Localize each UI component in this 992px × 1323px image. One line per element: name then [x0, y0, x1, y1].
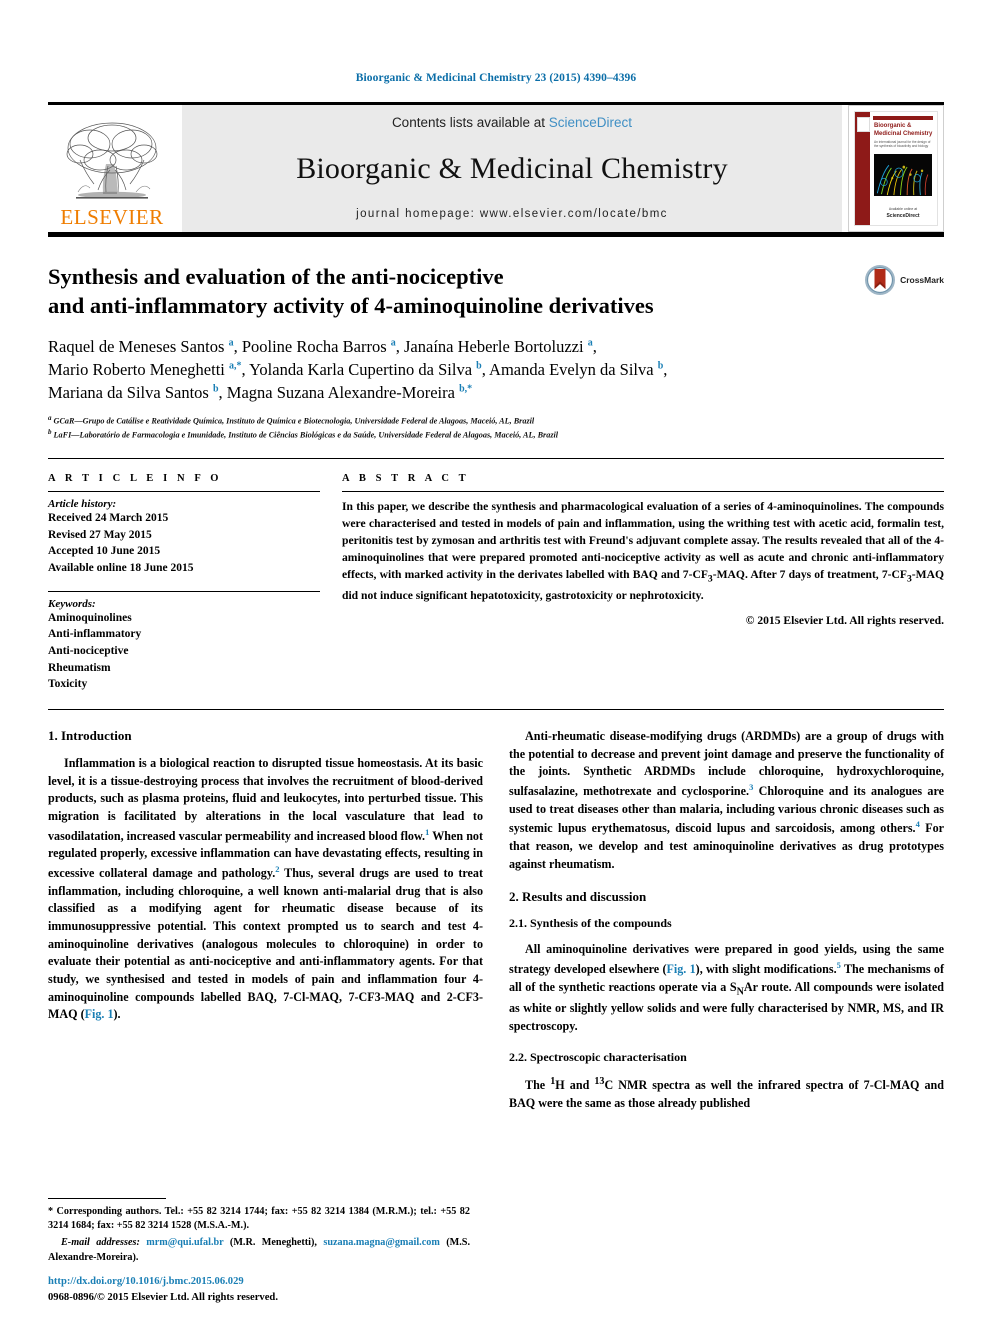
- section-heading-results: 2. Results and discussion: [509, 889, 647, 905]
- page-title: Synthesis and evaluation of the anti-noc…: [48, 263, 944, 321]
- cover-inner: Bioorganic & Medicinal Chemistry An inte…: [854, 111, 938, 226]
- crossmark-icon: [865, 265, 896, 295]
- affiliation-a: a GCaR—Grupo de Catálise e Reatividade Q…: [48, 413, 535, 426]
- journal-cover-thumbnail[interactable]: Bioorganic & Medicinal Chemistry An inte…: [848, 105, 944, 232]
- elsevier-wordmark: ELSEVIER: [60, 205, 164, 229]
- paper-page: Bioorganic & Medicinal Chemistry 23 (201…: [0, 0, 992, 1323]
- section-heading-introduction: 1. Introduction: [48, 728, 132, 744]
- history-item: Available online 18 June 2015: [48, 562, 194, 575]
- intro-paragraph: Inflammation is a biological reaction to…: [48, 756, 484, 1022]
- footnote-rule: [48, 1197, 166, 1199]
- article-title-line2: and anti-inflammatory activity of 4-amin…: [48, 292, 654, 318]
- section-heading-spectroscopic: 2.2. Spectroscopic characterisation: [509, 1050, 687, 1065]
- article-history-label: Article history:: [48, 498, 117, 511]
- crossmark-label: CrossMark: [900, 275, 944, 285]
- history-item: Revised 27 May 2015: [48, 528, 152, 541]
- cover-footer: Available online at ScienceDirect: [874, 207, 932, 219]
- affiliation-b: b LaFI—Laboratório de Farmacologia e Imu…: [48, 428, 559, 441]
- cover-title: Bioorganic & Medicinal Chemistry: [874, 123, 933, 137]
- cover-footer-brand: ScienceDirect: [886, 213, 920, 219]
- article-info-column: A R T I C L E I N F O Article history: R…: [48, 473, 320, 693]
- author-line-1: Raquel de Meneses Santos a, Pooline Roch…: [48, 336, 597, 356]
- article-history-list: Received 24 March 2015 Revised 27 May 20…: [48, 510, 320, 577]
- email-owner-1: (M.R. Meneghetti),: [229, 1237, 317, 1249]
- email-link-2[interactable]: suzana.magna@gmail.com: [323, 1237, 439, 1248]
- doi-link[interactable]: http://dx.doi.org/10.1016/j.bmc.2015.06.…: [48, 1274, 278, 1289]
- body-right-column: Anti-rheumatic disease-modifying drugs (…: [509, 728, 944, 1112]
- email-addresses-note: E-mail addresses: mrm@qui.ufal.br (M.R. …: [48, 1236, 470, 1265]
- info-bottom-rule: [48, 709, 944, 711]
- keyword-item: Anti-nociceptive: [48, 645, 129, 658]
- abstract-text: In this paper, we describe the synthesis…: [342, 500, 944, 602]
- doi-block: http://dx.doi.org/10.1016/j.bmc.2015.06.…: [48, 1274, 278, 1305]
- info-abstract-row: A R T I C L E I N F O Article history: R…: [48, 459, 944, 693]
- keywords-label: Keywords:: [48, 597, 96, 610]
- title-block: CrossMark Synthesis and evaluation of th…: [48, 263, 944, 442]
- crossmark-badge[interactable]: CrossMark: [865, 265, 944, 295]
- cover-artwork: [874, 154, 932, 196]
- history-item: Received 24 March 2015: [48, 512, 169, 525]
- abstract-heading: A B S T R A C T: [342, 473, 470, 485]
- article-title-line1: Synthesis and evaluation of the anti-noc…: [48, 264, 504, 289]
- email-link-1[interactable]: mrm@qui.ufal.br: [146, 1237, 223, 1248]
- contents-prefix: Contents lists available at: [391, 115, 549, 130]
- journal-masthead: ELSEVIER Contents lists available at Sci…: [48, 102, 944, 232]
- article-info-rule: [48, 491, 320, 493]
- body-left-column: 1. Introduction Inflammation is a biolog…: [48, 728, 483, 1112]
- issn-copyright-line: 0968-0896/© 2015 Elsevier Ltd. All right…: [48, 1291, 278, 1303]
- cover-footer-small: Available online at: [888, 207, 918, 211]
- running-head: Bioorganic & Medicinal Chemistry 23 (201…: [355, 72, 637, 84]
- body-columns: 1. Introduction Inflammation is a biolog…: [48, 728, 944, 1112]
- email-addresses-label: E-mail addresses:: [61, 1237, 140, 1249]
- author-line-3: Mariana da Silva Santos b, Magna Suzana …: [48, 383, 473, 403]
- keyword-item: Toxicity: [48, 678, 88, 691]
- masthead-bottom-rule: [48, 232, 944, 237]
- journal-band: Contents lists available at ScienceDirec…: [182, 105, 842, 232]
- author-line-2: Mario Roberto Meneghetti a,*, Yolanda Ka…: [48, 360, 668, 380]
- history-item: Accepted 10 June 2015: [48, 545, 161, 558]
- cover-subtitle: An international journal for the design …: [874, 140, 931, 149]
- elsevier-logo: ELSEVIER: [48, 105, 176, 232]
- synthesis-paragraph: All aminoquinoline derivatives were prep…: [509, 942, 944, 1033]
- section-heading-synthesis: 2.1. Synthesis of the compounds: [509, 916, 672, 931]
- keywords-block: Keywords: Aminoquinolines Anti-inflammat…: [48, 590, 320, 693]
- journal-title: Bioorganic & Medicinal Chemistry: [296, 152, 728, 185]
- journal-homepage[interactable]: journal homepage: www.elsevier.com/locat…: [356, 208, 668, 220]
- corresponding-authors-note: * Corresponding authors. Tel.: +55 82 32…: [48, 1205, 470, 1232]
- abstract-copyright: © 2015 Elsevier Ltd. All rights reserved…: [745, 613, 944, 627]
- ardmds-paragraph: Anti-rheumatic disease-modifying drugs (…: [509, 729, 944, 871]
- keyword-item: Anti-inflammatory: [48, 628, 142, 641]
- keyword-item: Aminoquinolines: [48, 611, 132, 624]
- spectroscopic-paragraph: The 1H and 13C NMR spectra as well the i…: [509, 1076, 944, 1110]
- footnote-block: * Corresponding authors. Tel.: +55 82 32…: [48, 1197, 470, 1265]
- affiliations: a GCaR—Grupo de Catálise e Reatividade Q…: [48, 413, 944, 442]
- elsevier-tree-icon: [66, 122, 158, 199]
- cover-spine: [855, 112, 870, 225]
- keywords-rule: [48, 590, 320, 592]
- abstract-column: A B S T R A C T In this paper, we descri…: [342, 473, 944, 693]
- sciencedirect-link[interactable]: ScienceDirect: [549, 115, 632, 130]
- keyword-item: Rheumatism: [48, 661, 111, 674]
- cover-topbar: [873, 116, 933, 120]
- abstract-rule: [342, 491, 944, 493]
- author-list: Raquel de Meneses Santos a, Pooline Roch…: [48, 335, 944, 405]
- contents-available-line: Contents lists available at ScienceDirec…: [392, 115, 632, 130]
- article-info-heading: A R T I C L E I N F O: [48, 473, 223, 485]
- keywords-list: Aminoquinolines Anti-inflammatory Anti-n…: [48, 610, 320, 693]
- cover-art-graphic: [874, 154, 932, 196]
